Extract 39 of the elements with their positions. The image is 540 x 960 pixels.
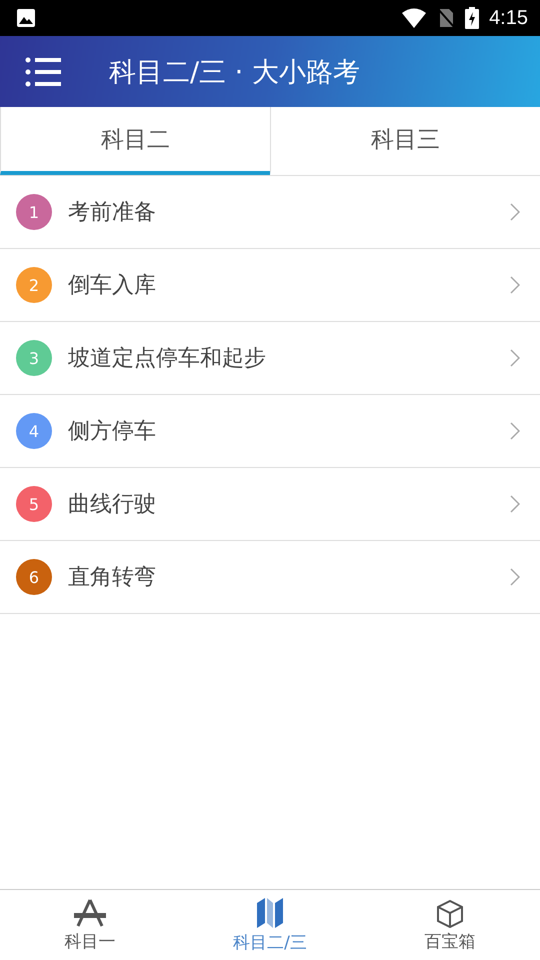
chevron-icon	[510, 568, 520, 586]
tab[interactable]: 科目二	[0, 107, 270, 175]
item-label: 坡道定点停车和起步	[68, 345, 267, 373]
clock-time: 4:15	[489, 6, 528, 30]
menu-icon[interactable]	[25, 56, 61, 88]
nav-tab[interactable]: 科目一	[0, 890, 180, 960]
item-label: 考前准备	[68, 199, 157, 227]
list-item[interactable]: 2 倒车入库	[0, 249, 540, 322]
box-icon	[435, 898, 465, 928]
tab[interactable]: 科目三	[270, 107, 540, 175]
map-icon	[255, 896, 285, 928]
list-item[interactable]: 5 曲线行驶	[0, 468, 540, 541]
list-item[interactable]: 6 直角转弯	[0, 541, 540, 614]
item-label: 直角转弯	[68, 564, 157, 592]
item-label: 曲线行驶	[68, 491, 157, 519]
wifi-icon	[401, 8, 428, 28]
number-badge: 2	[16, 267, 52, 303]
nav-tab[interactable]: 科目二/三	[180, 890, 360, 960]
image-icon	[16, 8, 36, 28]
list-item[interactable]: 4 侧方停车	[0, 395, 540, 468]
list-item[interactable]: 3 坡道定点停车和起步	[0, 322, 540, 395]
list-item[interactable]: 1 考前准备	[0, 176, 540, 249]
item-label: 侧方停车	[68, 418, 157, 446]
number-badge: 4	[16, 413, 52, 449]
chevron-icon	[510, 349, 520, 367]
number-badge: 5	[16, 486, 52, 522]
item-label: 倒车入库	[68, 272, 157, 300]
chevron-icon	[510, 495, 520, 513]
compass-icon	[72, 898, 108, 928]
number-badge: 1	[16, 194, 52, 230]
app-title: 科目二/三 · 大小路考	[109, 56, 360, 90]
chevron-icon	[510, 276, 520, 294]
number-badge: 3	[16, 340, 52, 376]
chevron-icon	[510, 203, 520, 221]
nav-tab[interactable]: 百宝箱	[360, 890, 540, 960]
battery-icon	[465, 7, 480, 29]
no-sim-icon	[437, 8, 456, 28]
number-badge: 6	[16, 559, 52, 595]
chevron-icon	[510, 422, 520, 440]
